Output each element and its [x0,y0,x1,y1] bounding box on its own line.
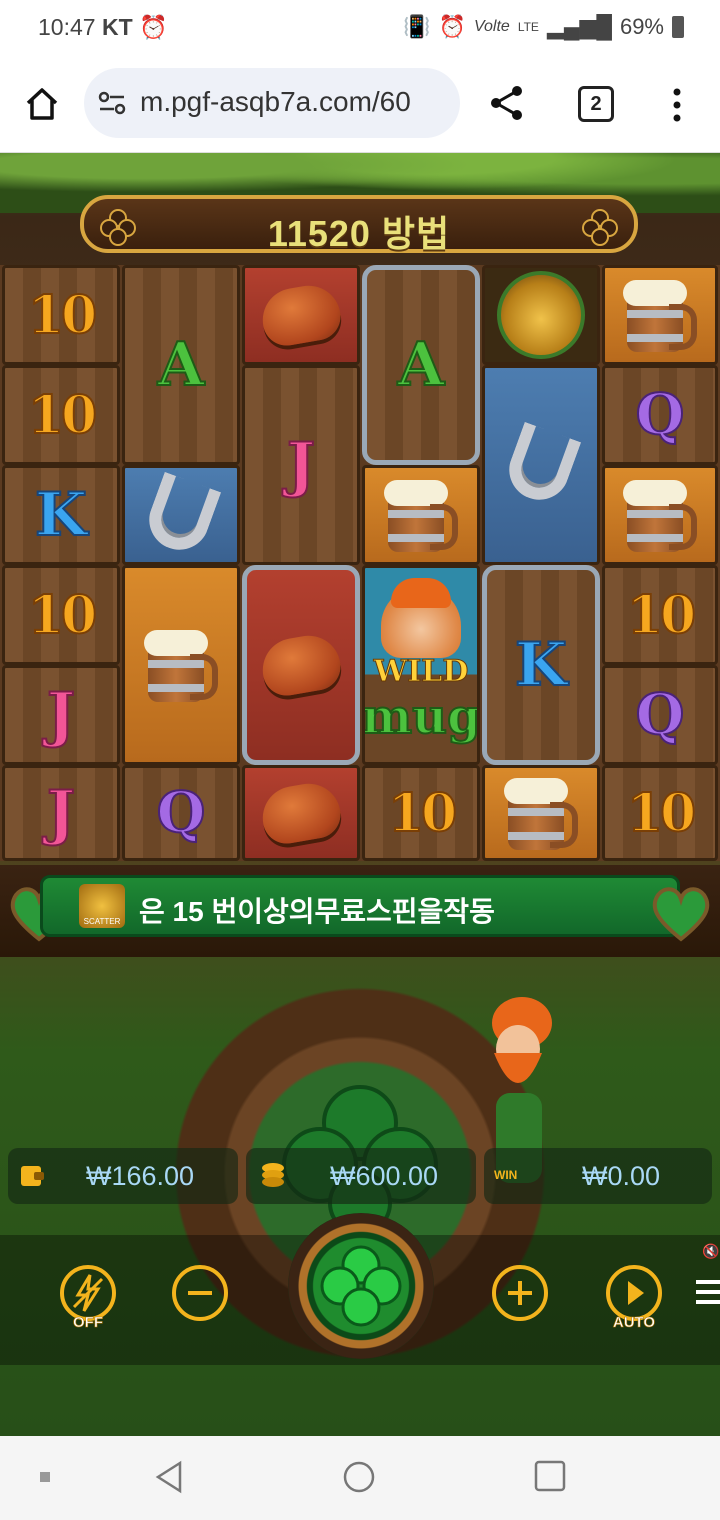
reel-symbol-10: 10 [602,765,718,861]
reel-symbol-10: 10 [602,565,718,665]
share-icon[interactable] [488,84,526,122]
reel-symbol-k: K [482,565,600,765]
recent-apps-dot-icon[interactable] [40,1472,50,1482]
message-banner: SCATTER 은 15 번이상의무료스핀을작동 [40,875,680,937]
bread-icon [242,765,360,861]
balance-value: ₩166.00 [86,1161,195,1191]
play-icon [628,1281,644,1305]
clover-icon [582,209,618,246]
signal-icon: ▂▄▆█ [546,14,612,39]
win-panel: WIN ₩0.00 [484,1148,712,1204]
ways-banner: 11520 방법 [80,195,638,254]
win-icon: WIN [494,1168,518,1182]
minus-icon [188,1291,212,1295]
horseshoe-icon [482,365,600,565]
recents-icon[interactable] [534,1460,566,1492]
balance-panel: ₩166.00 [8,1148,238,1204]
reel-symbol-10: 10 [2,265,120,365]
reel-symbol-a: 10A [362,265,480,465]
reel-symbol-10: 10 [2,565,120,665]
reel-symbol-k: K [2,465,120,565]
bet-value: ₩600.00 [330,1161,439,1191]
back-icon[interactable] [154,1460,184,1494]
reel-symbol-q: Q [602,665,718,765]
status-icons: 📳 ⏰ Volte LTE ▂▄▆█ 69% [403,14,684,40]
coins-icon [262,1163,284,1187]
decrease-bet-button[interactable] [172,1265,228,1321]
reel-symbol-j: J [2,765,120,861]
beer-mug-icon [602,465,718,565]
tab-switcher-button[interactable]: 2 [578,86,614,122]
reel-symbol-10: 10 [2,365,120,465]
beer-mug-icon [482,765,600,861]
bread-icon [242,265,360,365]
bet-panel[interactable]: ₩600.00 [246,1148,476,1204]
reel-symbol-q: QQ [602,365,718,465]
reel-symbol-a: A [122,265,240,465]
alarm-icon: ⏰ [139,14,168,40]
turbo-label: OFF [73,1314,104,1332]
ways-count: 11520 방법 [267,213,451,254]
wild-symbol: WILD mug [362,565,480,765]
lte-indicator: LTE [517,20,539,34]
wallet-icon [21,1166,44,1186]
battery-percent: 69% [619,14,664,39]
autoplay-button[interactable]: AUTO [606,1265,662,1331]
alarm-icon: ⏰ [438,14,466,39]
auto-label: AUTO [612,1314,656,1332]
plus-icon [508,1281,532,1305]
site-settings-icon[interactable] [98,91,126,115]
pot-of-gold-icon [482,265,600,365]
game-canvas[interactable]: 11520 방법 10 10 K 10 J J A J Q J 10A WILD… [0,153,720,1436]
horseshoe-icon [122,465,240,565]
scatter-icon: SCATTER [79,884,125,928]
browser-toolbar: m.pgf-asqb7a.com/60 2 [0,56,720,153]
beer-mug-icon [122,565,240,765]
wild-label: WILD [373,653,469,689]
reel-grid: 10 10 K 10 J J A J Q J 10A WILDmug 10 K … [0,265,720,861]
battery-icon [672,16,684,38]
volte-indicator: Volte [473,18,510,35]
lightning-icon [72,1274,104,1312]
reel-symbol-j: J [2,665,120,765]
controls-bar: 🔇 OFF AUTO [0,1213,720,1365]
reel-symbol-q: Q [122,765,240,861]
home-nav-icon[interactable] [342,1460,376,1494]
home-icon[interactable] [24,86,60,122]
reel-symbol-10: 10 [362,765,480,861]
status-time: 10:47 KT ⏰ [38,14,168,40]
system-nav-bar [0,1436,720,1520]
message-bar: SCATTER 은 15 번이상의무료스핀을작동 [0,865,720,957]
vibrate-icon: 📳 [403,14,431,39]
balance-row: ₩166.00 ₩600.00 WIN ₩0.00 [0,1148,720,1206]
menu-icon[interactable] [696,1277,720,1307]
mute-icon[interactable]: 🔇 [702,1243,719,1259]
spin-button[interactable] [288,1213,434,1359]
more-menu-icon[interactable] [672,88,682,122]
win-value: ₩0.00 [582,1161,661,1191]
status-bar: 10:47 KT ⏰ 📳 ⏰ Volte LTE ▂▄▆█ 69% [0,0,720,56]
beer-mug-icon [602,265,718,365]
leprechaun-icon [381,577,461,658]
message-text: 은 15 번이상의무료스핀을작동 [139,896,495,927]
address-bar[interactable]: m.pgf-asqb7a.com/60 [84,68,460,138]
reel-symbol-j: J [242,365,360,565]
four-leaf-clover-icon [320,1245,402,1327]
beer-mug-icon [362,465,480,565]
bread-icon [242,565,360,765]
turbo-button[interactable]: OFF [60,1265,116,1331]
url-text[interactable]: m.pgf-asqb7a.com/60 [140,86,455,118]
heart-icon [652,887,710,942]
increase-bet-button[interactable] [492,1265,548,1321]
